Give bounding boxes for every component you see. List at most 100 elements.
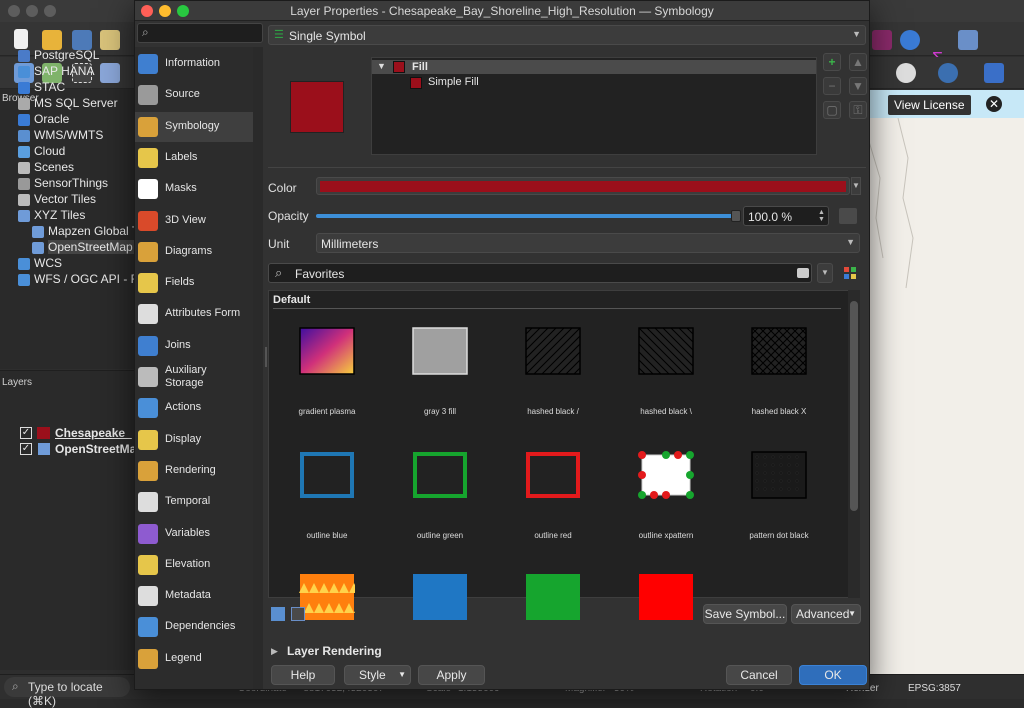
sidebar-item-rendering[interactable]: Rendering — [135, 456, 253, 486]
sidebar-item-variables[interactable]: Variables — [135, 519, 253, 549]
color-button[interactable] — [316, 177, 850, 195]
browser-item[interactable]: Vector Tiles — [34, 192, 96, 206]
symbol-item[interactable]: outline red — [498, 451, 608, 571]
pencil-icon[interactable] — [100, 63, 120, 83]
style-manager-icon[interactable] — [843, 266, 857, 280]
save-project-icon[interactable] — [72, 30, 92, 50]
sidebar-scrollbar[interactable] — [253, 47, 263, 689]
map-canvas[interactable] — [867, 117, 1024, 674]
symbol-item[interactable]: outline xpattern — [611, 451, 721, 571]
sidebar-item-masks[interactable]: Masks — [135, 174, 253, 204]
save-symbol-button[interactable]: Save Symbol... — [703, 604, 787, 624]
add-symbol-layer-button[interactable]: + — [823, 53, 841, 71]
sidebar-item-legend[interactable]: Legend — [135, 644, 253, 674]
sidebar-item-dependencies[interactable]: Dependencies — [135, 612, 253, 642]
symbol-item[interactable]: hashed black / — [498, 327, 608, 447]
color-dropdown-button[interactable]: ▼ — [851, 177, 861, 195]
sidebar-item-3d-view[interactable]: 3D View — [135, 206, 253, 236]
cancel-button[interactable]: Cancel — [726, 665, 792, 685]
sidebar-item-display[interactable]: Display — [135, 425, 253, 455]
sidebar-item-elevation[interactable]: Elevation — [135, 550, 253, 580]
browser-item[interactable]: OpenStreetMap — [48, 240, 137, 254]
settings-gear-icon[interactable] — [900, 30, 920, 50]
symbol-item[interactable]: outline green — [385, 451, 495, 571]
search-dropdown-button[interactable]: ▼ — [817, 263, 833, 283]
library-scrollbar-thumb[interactable] — [850, 301, 858, 511]
symbol-layer-tree[interactable]: ▼ Fill Simple Fill — [371, 57, 817, 155]
sidebar-item-attributes-form[interactable]: Attributes Form — [135, 299, 253, 329]
sidebar-item-diagrams[interactable]: Diagrams — [135, 237, 253, 267]
save-as-icon[interactable] — [100, 30, 120, 50]
layer-rendering-section[interactable]: Layer Rendering — [287, 644, 382, 658]
ok-button[interactable]: OK — [799, 665, 867, 685]
lock-layer-icon[interactable]: ⚿ — [849, 101, 867, 119]
spin-arrows-icon[interactable]: ▲ ▼ — [818, 209, 825, 223]
symbol-item[interactable]: gray 3 fill — [385, 327, 495, 447]
layer-name-2[interactable]: OpenStreetMa — [55, 442, 136, 456]
tree-row-fill[interactable]: ▼ Fill — [372, 60, 816, 74]
browser-item[interactable]: XYZ Tiles — [34, 208, 85, 222]
sidebar-item-labels[interactable]: Labels — [135, 143, 253, 173]
browser-item[interactable]: PostgreSQL — [34, 48, 99, 62]
browser-item[interactable]: WFS / OGC API - F — [34, 272, 138, 286]
move-up-button[interactable]: ▲ — [849, 53, 867, 71]
browser-item[interactable]: Scenes — [34, 160, 74, 174]
symbol-search-input[interactable]: ⌕ Favorites — [268, 263, 812, 283]
layer-checkbox-1[interactable]: ✓ — [20, 427, 32, 439]
data-defined-override-icon[interactable] — [839, 208, 857, 224]
browser-item[interactable]: STAC — [34, 80, 65, 94]
symbol-item[interactable]: gradient plasma — [272, 327, 382, 447]
table-icon[interactable] — [958, 30, 978, 50]
apply-button[interactable]: Apply — [418, 665, 485, 685]
sidebar-item-source[interactable]: Source — [135, 80, 253, 110]
sidebar-search-input[interactable]: ⌕ — [137, 23, 263, 43]
icon-view-button[interactable] — [271, 607, 285, 621]
window-minimize-button[interactable] — [26, 5, 38, 17]
new-project-icon[interactable] — [14, 29, 28, 49]
browser-item[interactable]: Oracle — [34, 112, 69, 126]
opacity-slider[interactable] — [316, 214, 734, 218]
browser-item[interactable]: SAP HANA — [34, 64, 94, 78]
view-license-button[interactable]: View License — [888, 95, 971, 115]
browser-item[interactable]: Mapzen Global T — [48, 224, 139, 238]
sidebar-item-auxiliary-storage[interactable]: Auxiliary Storage — [135, 362, 253, 392]
sidebar-item-actions[interactable]: Actions — [135, 393, 253, 423]
window-close-button[interactable] — [8, 5, 20, 17]
sidebar-item-metadata[interactable]: Metadata — [135, 581, 253, 611]
binoculars-icon[interactable] — [896, 63, 916, 83]
attribute-table-icon[interactable] — [872, 30, 892, 50]
list-view-button[interactable] — [291, 607, 305, 621]
browser-item[interactable]: WCS — [34, 256, 62, 270]
symbol-item[interactable] — [498, 573, 608, 693]
browser-item[interactable]: SensorThings — [34, 176, 108, 190]
layer-name-1[interactable]: Chesapeake_ — [55, 426, 132, 440]
style-button[interactable]: Style ▼ — [344, 665, 411, 685]
clear-search-icon[interactable] — [797, 268, 809, 278]
sidebar-item-symbology[interactable]: Symbology — [135, 111, 253, 142]
tree-row-simple-fill[interactable]: Simple Fill — [372, 76, 816, 90]
symbol-item[interactable]: outline blue — [272, 451, 382, 571]
renderer-type-select[interactable]: ☰ Single Symbol ▼ — [268, 25, 866, 45]
browser-item[interactable]: Cloud — [34, 144, 65, 158]
tree-collapse-icon[interactable]: ▼ — [377, 61, 386, 71]
move-down-button[interactable]: ▼ — [849, 77, 867, 95]
opacity-spinbox[interactable]: 100.0 % ▲ ▼ — [743, 206, 829, 226]
browser-item[interactable]: WMS/WMTS — [34, 128, 103, 142]
sidebar-item-fields[interactable]: Fields — [135, 268, 253, 298]
splitter-handle[interactable] — [265, 347, 267, 367]
help-icon[interactable] — [984, 63, 1004, 83]
symbol-item[interactable]: hashed black X — [724, 327, 834, 447]
remove-symbol-layer-button[interactable]: − — [823, 77, 841, 95]
opacity-slider-handle[interactable] — [731, 210, 741, 222]
sidebar-item-joins[interactable]: Joins — [135, 331, 253, 361]
help-button[interactable]: Help — [271, 665, 335, 685]
browser-item[interactable]: MS SQL Server — [34, 96, 118, 110]
sidebar-item-information[interactable]: Information — [135, 49, 253, 79]
unit-select[interactable]: Millimeters ▼ — [316, 233, 860, 253]
symbol-item[interactable]: hashed black \ — [611, 327, 721, 447]
open-project-icon[interactable] — [42, 30, 62, 50]
crs-label[interactable]: EPSG:3857 — [908, 683, 961, 694]
locate-field[interactable]: ⌕ Type to locate (⌘K) — [4, 677, 130, 708]
layer-checkbox-2[interactable]: ✓ — [20, 443, 32, 455]
duplicate-layer-button[interactable]: ▢ — [823, 101, 841, 119]
